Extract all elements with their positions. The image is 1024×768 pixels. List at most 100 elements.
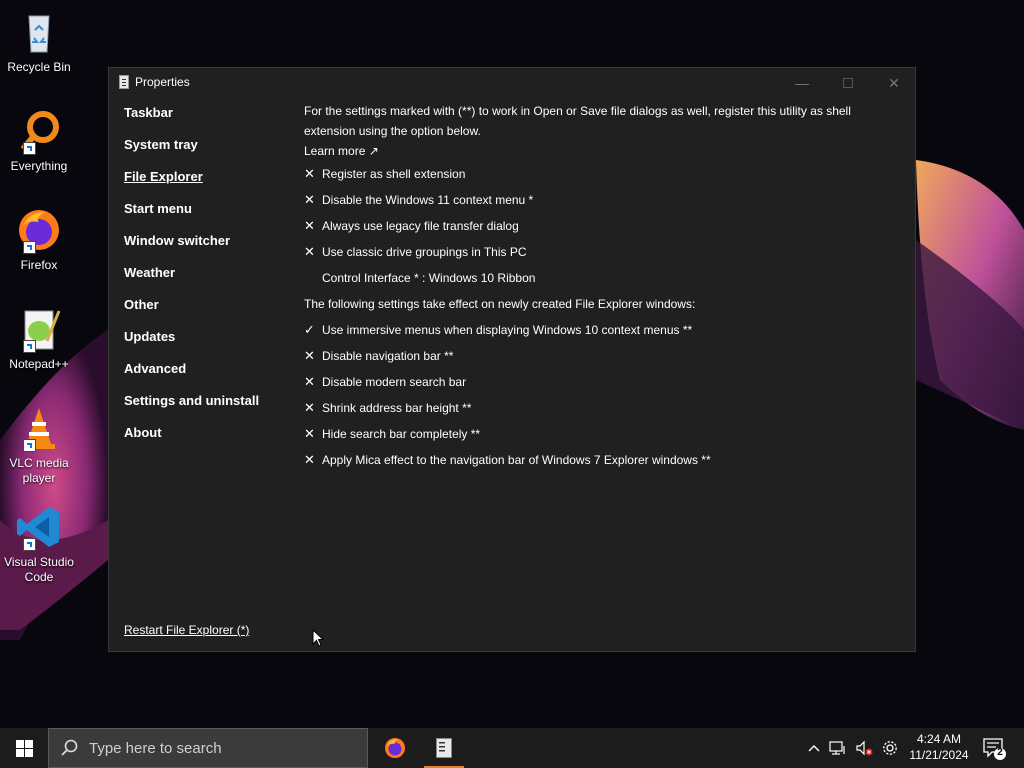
unchecked-icon: ✕ bbox=[304, 400, 315, 415]
maximize-button[interactable] bbox=[825, 68, 871, 98]
unchecked-icon: ✕ bbox=[304, 166, 315, 181]
desktop-icon-label: Recycle Bin bbox=[7, 60, 71, 74]
option-disable-modern-search-bar[interactable]: ✕ Disable modern search bar bbox=[304, 369, 864, 395]
option-disable-navigation-bar[interactable]: ✕ Disable navigation bar ** bbox=[304, 343, 864, 369]
window-title: Properties bbox=[135, 75, 190, 89]
taskbar-properties-app[interactable] bbox=[424, 728, 464, 768]
option-disable-win11-context-menu[interactable]: ✕ Disable the Windows 11 context menu * bbox=[304, 187, 864, 213]
nav-item-taskbar[interactable]: Taskbar bbox=[124, 106, 259, 138]
vscode-icon bbox=[15, 503, 63, 551]
option-register-shell-extension[interactable]: ✕ Register as shell extension bbox=[304, 161, 864, 187]
volume-muted-icon bbox=[856, 740, 873, 756]
notepad-plus-plus-shortcut[interactable]: Notepad++ bbox=[4, 305, 74, 372]
taskbar-firefox[interactable] bbox=[375, 728, 415, 768]
unchecked-icon: ✕ bbox=[304, 348, 315, 363]
nav-item-about[interactable]: About bbox=[124, 426, 259, 458]
windows-logo-icon bbox=[15, 739, 33, 757]
start-button[interactable] bbox=[0, 728, 48, 768]
option-label: Use immersive menus when displaying Wind… bbox=[322, 323, 693, 337]
nav-item-other[interactable]: Other bbox=[124, 298, 259, 330]
maximize-icon bbox=[843, 78, 853, 88]
search-icon bbox=[61, 739, 78, 756]
learn-more-link[interactable]: Learn more ↗ bbox=[304, 141, 379, 161]
mouse-cursor-icon bbox=[312, 629, 324, 647]
notepad-plus-plus-icon bbox=[15, 305, 63, 353]
nav-item-file-explorer[interactable]: File Explorer bbox=[124, 170, 259, 202]
settings-content: For the settings marked with (**) to wor… bbox=[304, 101, 864, 473]
vscode-shortcut[interactable]: Visual Studio Code bbox=[4, 503, 74, 585]
volume-button[interactable] bbox=[852, 728, 876, 768]
option-legacy-file-transfer[interactable]: ✕ Always use legacy file transfer dialog bbox=[304, 213, 864, 239]
nav-item-system-tray[interactable]: System tray bbox=[124, 138, 259, 170]
network-icon bbox=[829, 741, 845, 755]
nav-item-window-switcher[interactable]: Window switcher bbox=[124, 234, 259, 266]
option-label: Always use legacy file transfer dialog bbox=[322, 219, 519, 233]
desktop-icon-label: Everything bbox=[10, 159, 68, 173]
restart-file-explorer-link[interactable]: Restart File Explorer (*) bbox=[124, 623, 249, 637]
vlc-shortcut[interactable]: VLC media player bbox=[4, 404, 74, 486]
nav-item-advanced[interactable]: Advanced bbox=[124, 362, 259, 394]
option-hide-search-bar[interactable]: ✕ Hide search bar completely ** bbox=[304, 421, 864, 447]
control-interface-label: Control Interface * : Windows 10 Ribbon bbox=[322, 271, 536, 285]
close-button[interactable]: ✕ bbox=[871, 68, 917, 98]
chevron-up-icon bbox=[808, 745, 820, 752]
minimize-button[interactable]: — bbox=[779, 68, 825, 98]
nav-item-updates[interactable]: Updates bbox=[124, 330, 259, 362]
option-label: Hide search bar completely ** bbox=[322, 427, 481, 441]
option-immersive-menus[interactable]: ✓ Use immersive menus when displaying Wi… bbox=[304, 317, 864, 343]
unchecked-icon: ✕ bbox=[304, 426, 315, 441]
nav-item-settings-uninstall[interactable]: Settings and uninstall bbox=[124, 394, 259, 426]
option-label: Disable navigation bar ** bbox=[322, 349, 454, 363]
recycle-bin-icon bbox=[15, 8, 63, 56]
everything-shortcut[interactable]: Everything bbox=[4, 107, 74, 174]
shortcut-arrow-icon bbox=[23, 538, 36, 551]
system-clock[interactable]: 4:24 AM 11/21/2024 bbox=[900, 731, 978, 763]
control-interface-dropdown[interactable]: Control Interface * : Windows 10 Ribbon bbox=[304, 265, 864, 291]
option-label: Shrink address bar height ** bbox=[322, 401, 472, 415]
vlc-icon bbox=[15, 404, 63, 452]
close-icon: ✕ bbox=[888, 74, 900, 91]
search-placeholder: Type here to search bbox=[89, 740, 222, 757]
shortcut-arrow-icon bbox=[23, 142, 36, 155]
settings-tray-button[interactable] bbox=[878, 728, 902, 768]
unchecked-icon: ✕ bbox=[304, 192, 315, 207]
unchecked-icon: ✕ bbox=[304, 244, 315, 259]
nav-item-weather[interactable]: Weather bbox=[124, 266, 259, 298]
shortcut-arrow-icon bbox=[23, 241, 36, 254]
taskbar-search-box[interactable]: Type here to search bbox=[48, 728, 368, 768]
unchecked-icon: ✕ bbox=[304, 218, 315, 233]
sidebar-nav: Taskbar System tray File Explorer Start … bbox=[124, 106, 259, 458]
taskbar: Type here to search 4:24 AM 11/21/2024 2 bbox=[0, 728, 1024, 768]
option-label: Use classic drive groupings in This PC bbox=[322, 245, 527, 259]
option-classic-drive-groupings[interactable]: ✕ Use classic drive groupings in This PC bbox=[304, 239, 864, 265]
notification-center-button[interactable]: 2 bbox=[980, 734, 1008, 762]
shortcut-arrow-icon bbox=[23, 439, 36, 452]
option-label: Apply Mica effect to the navigation bar … bbox=[322, 453, 711, 467]
recycle-bin-shortcut[interactable]: Recycle Bin bbox=[4, 8, 74, 75]
option-label: Disable the Windows 11 context menu * bbox=[322, 193, 534, 207]
title-bar[interactable]: Properties — ✕ bbox=[109, 68, 915, 98]
clock-date: 11/21/2024 bbox=[909, 748, 969, 762]
show-hidden-icons-button[interactable] bbox=[804, 728, 824, 768]
firefox-icon bbox=[385, 738, 405, 758]
option-mica-effect[interactable]: ✕ Apply Mica effect to the navigation ba… bbox=[304, 447, 864, 473]
option-label: Register as shell extension bbox=[322, 167, 466, 181]
network-status-button[interactable] bbox=[826, 728, 850, 768]
properties-app-icon bbox=[436, 738, 452, 758]
option-label: Disable modern search bar bbox=[322, 375, 467, 389]
shortcut-arrow-icon bbox=[23, 340, 36, 353]
notification-count-badge: 2 bbox=[997, 747, 1003, 758]
desktop-icon-label: Notepad++ bbox=[9, 357, 69, 371]
app-icon bbox=[119, 75, 129, 89]
nav-item-start-menu[interactable]: Start menu bbox=[124, 202, 259, 234]
firefox-shortcut[interactable]: Firefox bbox=[4, 206, 74, 273]
minimize-icon: — bbox=[795, 75, 809, 91]
option-shrink-address-bar[interactable]: ✕ Shrink address bar height ** bbox=[304, 395, 864, 421]
section-heading: The following settings take effect on ne… bbox=[304, 297, 696, 311]
firefox-icon bbox=[15, 206, 63, 254]
desktop-icon-label: Visual Studio Code bbox=[4, 555, 74, 584]
gear-icon bbox=[883, 741, 897, 755]
checkmark-icon: ✓ bbox=[304, 322, 315, 337]
unchecked-icon: ✕ bbox=[304, 374, 315, 389]
desktop-icon-label: Firefox bbox=[20, 258, 58, 272]
